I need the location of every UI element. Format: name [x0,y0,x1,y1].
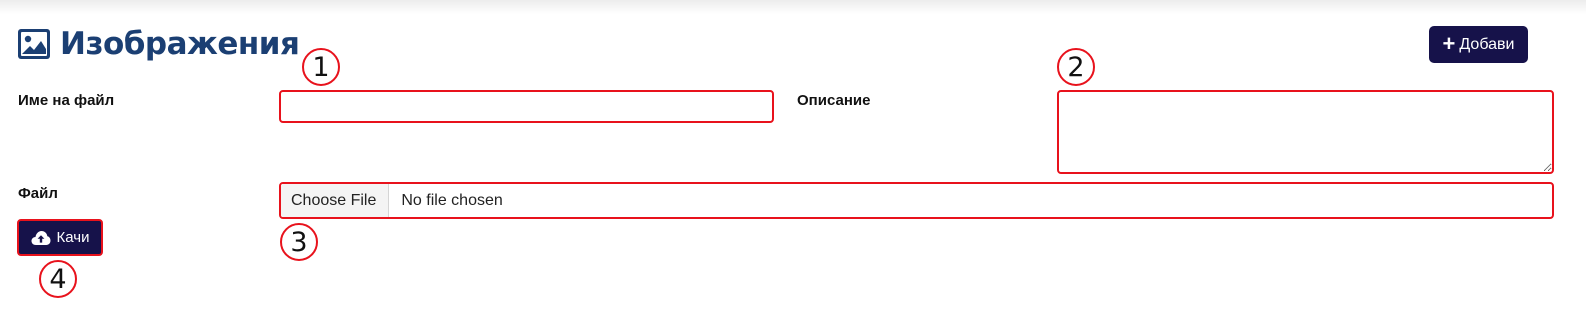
file-status-text: No file chosen [401,191,503,209]
page-header: Изображения [18,24,300,64]
annotation-marker-2: 2 [1057,48,1095,86]
upload-button[interactable]: Качи [17,219,103,256]
add-button-label: Добави [1459,35,1515,53]
file-input[interactable]: Choose File No file chosen [279,182,1554,219]
upload-button-label: Качи [56,229,90,246]
description-textarea[interactable] [1057,90,1554,174]
choose-file-button[interactable]: Choose File [281,184,390,217]
page-title: Изображения [60,26,300,62]
cloud-upload-icon [31,230,51,246]
add-button[interactable]: + Добави [1429,26,1528,63]
image-icon [18,29,50,59]
annotation-marker-1: 1 [302,48,340,86]
filename-label: Име на файл [18,92,115,109]
description-label: Описание [797,92,871,109]
annotation-marker-3: 3 [280,223,318,261]
filename-input[interactable] [279,90,774,123]
top-shadow [0,0,1586,14]
file-label: Файл [18,185,58,202]
plus-icon: + [1442,30,1456,56]
annotation-marker-4: 4 [39,260,77,298]
